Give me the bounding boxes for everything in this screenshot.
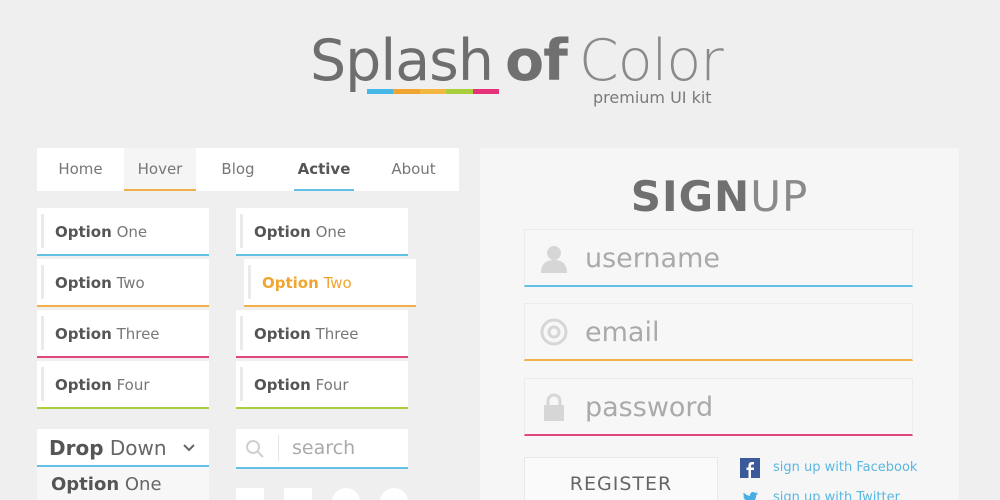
- option-label-bold: Option: [55, 376, 112, 394]
- color-bar-segment: [472, 89, 500, 94]
- option-label-bold: Option: [254, 376, 311, 394]
- facebook-label: sign up with Facebook: [773, 460, 918, 475]
- nav-item-home[interactable]: Home: [37, 148, 124, 191]
- password-field[interactable]: [524, 378, 913, 436]
- dropdown-option[interactable]: Option One: [37, 467, 209, 500]
- dropdown-label-bold: Drop: [49, 436, 104, 460]
- list-item[interactable]: Option Three: [236, 310, 408, 358]
- option-label-bold: Option: [262, 274, 319, 292]
- dropdown-option-label: One: [119, 474, 162, 495]
- twitter-button[interactable]: [284, 488, 312, 500]
- lock-icon: [544, 393, 564, 421]
- title-color-bar: [367, 89, 500, 94]
- twitter-label: sign up with Twitter: [773, 490, 900, 500]
- twitter-icon: [743, 492, 758, 500]
- list-item[interactable]: Option Four: [236, 361, 408, 409]
- subtitle: premium UI kit: [593, 88, 712, 107]
- option-label: One: [310, 223, 347, 241]
- email-field[interactable]: [524, 303, 913, 361]
- option-label-bold: Option: [55, 274, 112, 292]
- title-of: of: [504, 28, 568, 94]
- option-label-bold: Option: [254, 325, 311, 343]
- option-label: Three: [111, 325, 160, 343]
- chevron-down-icon[interactable]: [183, 442, 195, 454]
- title-splash: Splash: [310, 28, 494, 94]
- nav-item-about[interactable]: About: [368, 148, 459, 191]
- social-circle-button[interactable]: [380, 488, 408, 500]
- search-box: [236, 429, 408, 469]
- list-item[interactable]: Option One: [236, 208, 408, 256]
- search-input[interactable]: [286, 429, 401, 467]
- username-field[interactable]: [524, 229, 913, 287]
- signup-panel: SIGNUP REGISTER sign up with Facebook: [480, 148, 959, 500]
- list-item[interactable]: Option Three: [37, 310, 209, 358]
- list-item[interactable]: Option Four: [37, 361, 209, 409]
- social-button[interactable]: [236, 488, 264, 500]
- logo-title: Splash of Color: [310, 28, 724, 94]
- option-label: Two: [111, 274, 145, 292]
- option-label: Four: [111, 376, 150, 394]
- at-icon: [540, 318, 568, 346]
- option-label-bold: Option: [55, 325, 112, 343]
- password-input[interactable]: [581, 379, 901, 435]
- title-color: Color: [578, 28, 724, 94]
- option-label-bold: Option: [254, 223, 311, 241]
- search-divider: [278, 435, 279, 461]
- signup-title: SIGNUP: [480, 174, 959, 220]
- register-button[interactable]: REGISTER: [524, 457, 718, 500]
- option-label: Four: [310, 376, 349, 394]
- facebook-icon: [740, 458, 760, 478]
- option-label: Two: [318, 274, 352, 292]
- signup-title-light: UP: [750, 172, 809, 221]
- user-icon: [541, 246, 567, 273]
- dropdown[interactable]: Drop Down: [37, 429, 209, 467]
- list-item[interactable]: Option One: [37, 208, 209, 256]
- option-label: Three: [310, 325, 359, 343]
- email-input[interactable]: [581, 304, 901, 360]
- list-item[interactable]: Option Two: [37, 259, 209, 307]
- nav-item-blog[interactable]: Blog: [196, 148, 280, 191]
- option-label: One: [111, 223, 148, 241]
- dropdown-label: Down: [103, 436, 167, 460]
- nav-item-hover[interactable]: Hover: [124, 148, 196, 191]
- color-bar-segment: [419, 89, 447, 94]
- signup-title-bold: SIGN: [630, 172, 751, 221]
- option-label-bold: Option: [55, 223, 112, 241]
- color-bar-segment: [446, 89, 473, 94]
- search-icon[interactable]: [245, 439, 265, 459]
- nav-bar: Home Hover Blog Active About: [37, 148, 459, 191]
- username-input[interactable]: [581, 230, 901, 286]
- color-bar-segment: [367, 89, 394, 94]
- social-circle-button[interactable]: [332, 488, 360, 500]
- list-item-hover[interactable]: Option Two: [244, 259, 416, 307]
- color-bar-segment: [393, 89, 420, 94]
- dropdown-option-bold: Option: [51, 474, 120, 495]
- nav-item-active[interactable]: Active: [280, 148, 368, 191]
- header: Splash of Color premium UI kit: [0, 28, 1000, 108]
